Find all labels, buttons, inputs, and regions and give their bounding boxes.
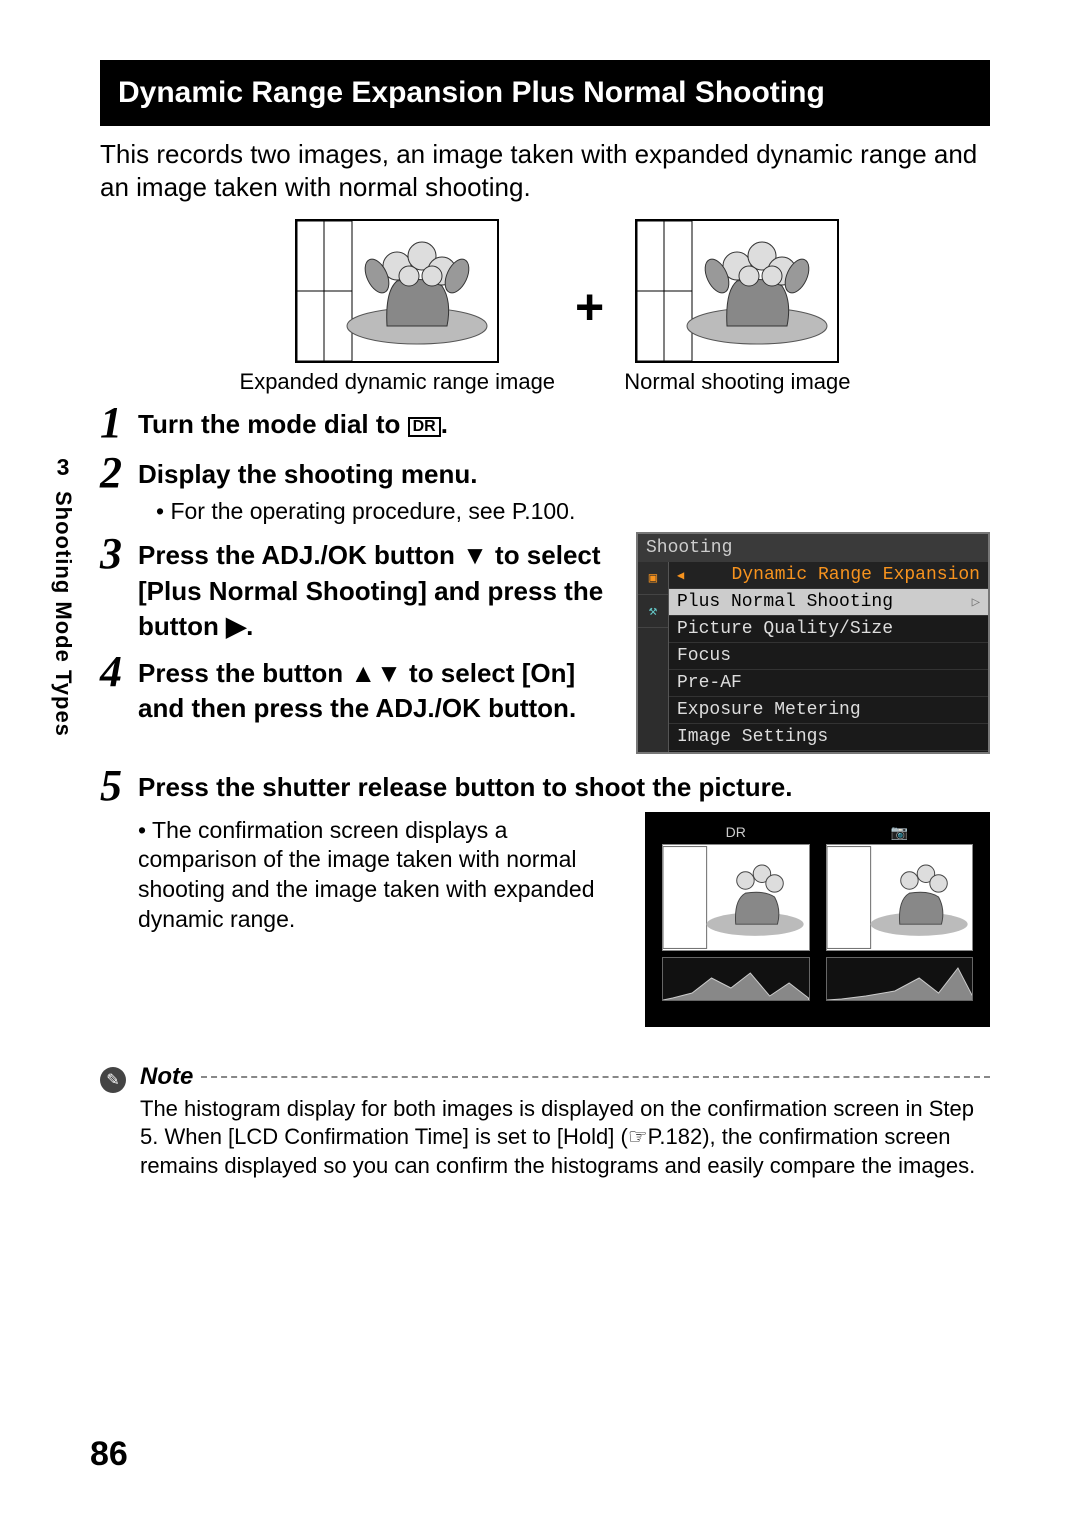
confirmation-screen: DR xyxy=(645,812,990,1027)
caption-right: Normal shooting image xyxy=(624,369,850,395)
menu-item: Exposure Metering xyxy=(669,697,988,724)
step-1-title: Turn the mode dial to DR. xyxy=(138,407,990,442)
dr-thumb-image xyxy=(662,844,810,951)
step-5-bullet: The confirmation screen displays a compa… xyxy=(138,816,621,936)
caption-left: Expanded dynamic range image xyxy=(240,369,556,395)
step-5-title: Press the shutter release button to shoo… xyxy=(138,770,990,805)
note-text: The histogram display for both images is… xyxy=(140,1095,990,1181)
step-number: 2 xyxy=(100,451,138,495)
intro-text: This records two images, an image taken … xyxy=(100,138,990,206)
plus-icon: + xyxy=(575,278,604,336)
histogram-left xyxy=(662,957,810,1001)
menu-item: Focus xyxy=(669,643,988,670)
step-3-title: Press the ADJ./OK button ▼ to select [Pl… xyxy=(138,538,612,643)
normal-thumb-image xyxy=(826,844,974,951)
shooting-menu-screenshot: Shooting ▣ ⚒ Dynamic Range Expansion Plu… xyxy=(636,532,990,754)
image-comparison: Expanded dynamic range image + xyxy=(100,219,990,395)
section-heading: Dynamic Range Expansion Plus Normal Shoo… xyxy=(100,60,990,126)
chapter-number: 3 xyxy=(57,454,70,481)
step-number: 5 xyxy=(100,764,138,808)
page-number: 86 xyxy=(90,1435,128,1474)
menu-title: Shooting xyxy=(638,534,988,562)
note-icon: ✎ xyxy=(100,1067,126,1093)
tool-tab-icon: ⚒ xyxy=(638,595,668,628)
camera-tab-icon: ▣ xyxy=(638,562,668,595)
histogram-right xyxy=(826,957,974,1001)
dr-mode-icon: DR xyxy=(408,417,441,437)
menu-item: Pre-AF xyxy=(669,670,988,697)
chevron-right-icon: ▷ xyxy=(972,594,980,611)
menu-item: Image Settings xyxy=(669,724,988,751)
note-divider xyxy=(201,1076,990,1078)
menu-item: Picture Quality/Size xyxy=(669,616,988,643)
step-number: 1 xyxy=(100,401,138,445)
sidebar: 3 Shooting Mode Types xyxy=(50,454,76,737)
note-page-ref: ☞P.182 xyxy=(628,1124,702,1149)
step-1-suffix: . xyxy=(441,409,448,439)
step-number: 3 xyxy=(100,532,138,576)
dr-thumb-icon: DR xyxy=(726,824,746,844)
step-1-prefix: Turn the mode dial to xyxy=(138,409,408,439)
expanded-dr-image xyxy=(295,219,499,363)
sidebar-label: Shooting Mode Types xyxy=(50,491,76,737)
camera-thumb-icon: 📷 xyxy=(891,824,908,844)
step-2-bullet: For the operating procedure, see P.100. xyxy=(156,497,990,527)
note-label: Note xyxy=(140,1063,193,1091)
step-4-title: Press the button ▲▼ to select [On] and t… xyxy=(138,656,612,726)
menu-header-item: Dynamic Range Expansion xyxy=(669,562,988,589)
menu-selected-item: Plus Normal Shooting ▷ xyxy=(669,589,988,616)
menu-selected-label: Plus Normal Shooting xyxy=(677,592,893,612)
step-2-title: Display the shooting menu. xyxy=(138,457,990,492)
step-number: 4 xyxy=(100,650,138,694)
normal-shooting-image xyxy=(635,219,839,363)
